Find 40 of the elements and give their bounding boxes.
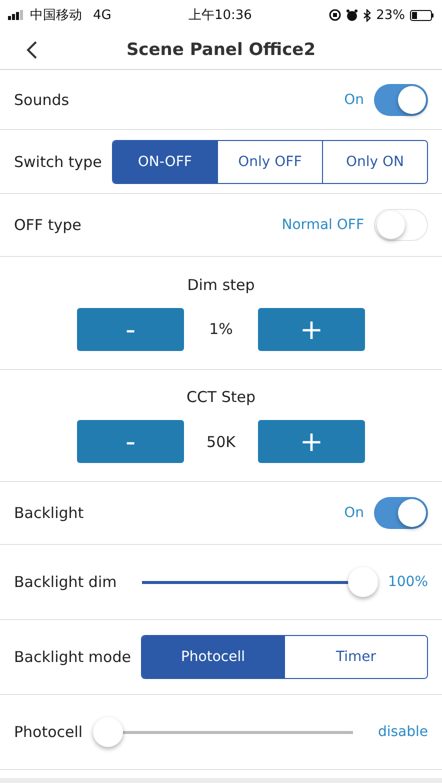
segment-button[interactable]: Only ON	[322, 140, 427, 182]
stepper-value: 50K	[206, 432, 236, 450]
row-label: Backlight dim	[14, 573, 117, 591]
row-label: Switch type	[14, 152, 102, 170]
toggle-switch[interactable]	[374, 84, 428, 116]
toggle-switch[interactable]	[374, 497, 428, 529]
toggle-value: On	[344, 505, 364, 521]
row-label: OFF type	[14, 216, 82, 234]
segment-button[interactable]: Photocell	[142, 636, 284, 678]
segment-button[interactable]: Timer	[284, 636, 427, 678]
page-title: Scene Panel Office2	[126, 40, 316, 60]
back-icon[interactable]	[26, 40, 38, 60]
row-label: Backlight	[14, 504, 84, 522]
segment-button[interactable]: ON-OFF	[112, 140, 217, 182]
row-label: Sounds	[14, 90, 70, 108]
plus-button[interactable]: +	[258, 308, 365, 350]
alarm-icon	[346, 9, 358, 21]
stepper-value: 1%	[208, 320, 234, 338]
toggle-value: On	[344, 92, 364, 108]
slider-thumb[interactable]	[92, 716, 123, 746]
battery-icon	[410, 10, 434, 20]
signal-icon	[8, 10, 25, 20]
stepper-label: Dim step	[187, 276, 255, 294]
slider-reading: 100%	[388, 574, 428, 590]
plus-button[interactable]: +	[258, 420, 365, 463]
toggle-value: Normal OFF	[282, 217, 364, 233]
stepper-label: CCT Step	[186, 388, 256, 406]
network-type: 4G	[93, 8, 112, 22]
carrier-name: 中国移动	[30, 7, 82, 24]
battery-percent: 23%	[376, 8, 405, 22]
row-label: Photocell	[14, 723, 83, 741]
row-label: Backlight mode	[14, 648, 131, 666]
bluetooth-icon	[363, 8, 372, 22]
slider-reading: disable	[378, 724, 428, 740]
slider-thumb[interactable]	[348, 566, 378, 596]
minus-button[interactable]: -	[77, 420, 184, 463]
status-time: 上午10:36	[188, 7, 252, 24]
toggle-switch[interactable]	[374, 209, 428, 241]
minus-button[interactable]: -	[77, 308, 184, 350]
rotation-lock-icon	[329, 9, 342, 21]
